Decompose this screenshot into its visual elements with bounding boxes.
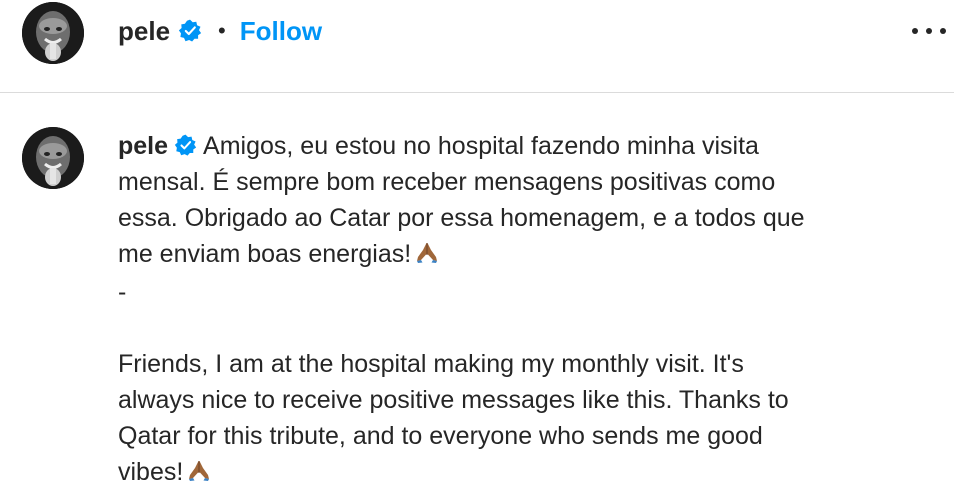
caption-line: vibes!: [118, 454, 928, 492]
caption-en-line-1: Friends, I am at the hospital making my …: [118, 350, 744, 378]
caption-dash: -: [118, 278, 127, 306]
caption-line: pele Amigos, eu estou no hospital fazendo…: [118, 128, 928, 164]
more-dot: [926, 28, 932, 34]
caption-en-line-4: vibes!: [118, 458, 184, 486]
caption-line: me enviam boas energias!: [118, 236, 928, 274]
comment-username-link[interactable]: pele: [118, 132, 168, 160]
caption-blank-line: [118, 310, 928, 346]
separator-dot: •: [218, 18, 226, 43]
caption-en-line-3: Qatar for this tribute, and to everyone …: [118, 422, 763, 450]
follow-button[interactable]: Follow: [240, 16, 322, 47]
avatar-photo-icon: [22, 2, 84, 64]
caption-pt-line-4: me enviam boas energias!: [118, 240, 412, 268]
header-user-row: pele • Follow: [118, 14, 322, 48]
verified-badge-icon: [174, 131, 197, 156]
more-dot: [912, 28, 918, 34]
caption-text: pele Amigos, eu estou no hospital fazendo…: [118, 128, 928, 492]
more-dot: [940, 28, 946, 34]
folded-hands-icon: [187, 456, 211, 492]
avatar-photo-icon: [22, 127, 84, 189]
caption-pt-line-2: mensal. É sempre bom receber mensagens p…: [118, 168, 776, 196]
folded-hands-icon: [415, 238, 439, 274]
more-options-icon[interactable]: [912, 22, 946, 40]
post-header: pele • Follow: [0, 0, 954, 93]
caption-pt-line-3: essa. Obrigado ao Catar por essa homenag…: [118, 204, 805, 232]
username-link[interactable]: pele: [118, 16, 170, 47]
comment-avatar[interactable]: [22, 127, 84, 189]
profile-avatar[interactable]: [22, 2, 84, 64]
verified-badge-icon: [178, 19, 202, 43]
caption-pt-line-1: Amigos, eu estou no hospital fazendo min…: [203, 132, 759, 160]
caption-en-line-2: always nice to receive positive messages…: [118, 386, 789, 414]
